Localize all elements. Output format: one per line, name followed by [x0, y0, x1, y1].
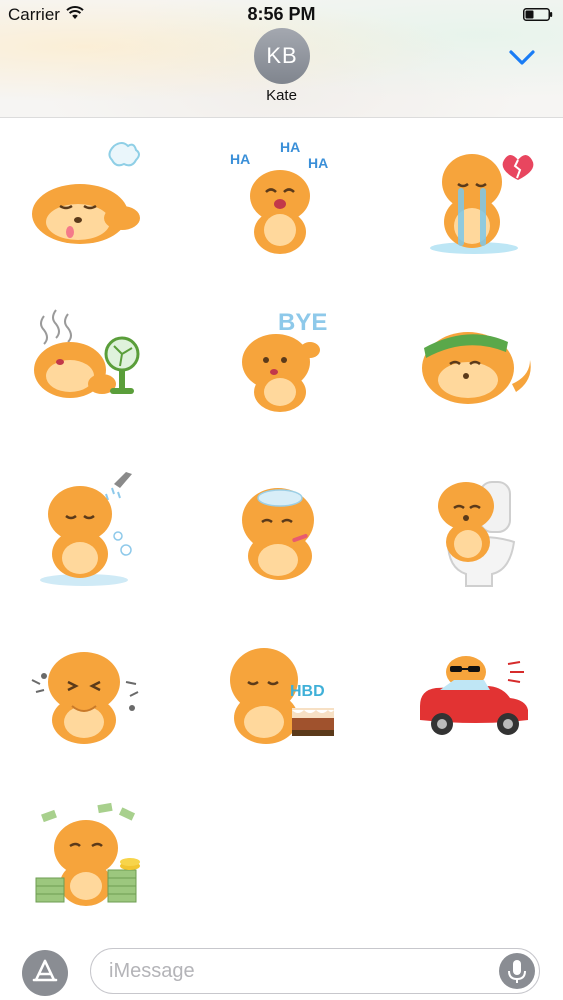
imessage-sticker-screen: Carrier 8:56 PM KB Kate HA HA HA BYE HBD… — [0, 0, 563, 1000]
battery-icon — [523, 8, 553, 21]
sticker-caption: HBD — [290, 683, 325, 700]
sneezing-dog-sticker — [31, 652, 139, 744]
message-field[interactable] — [90, 948, 540, 994]
contact-name[interactable]: Kate — [0, 87, 563, 104]
dog-driving-red-car-sticker — [420, 656, 528, 735]
sticker-caption-right: HA — [308, 155, 328, 171]
message-input[interactable] — [107, 949, 491, 994]
status-bar: Carrier 8:56 PM — [0, 0, 563, 28]
microphone-button[interactable] — [499, 953, 535, 989]
sticker-toilet-dog[interactable] — [414, 466, 544, 596]
sticker-sneezing-dog[interactable] — [22, 630, 152, 760]
sticker-caption-left: HA — [230, 151, 250, 167]
sticker-driving-dog[interactable] — [414, 630, 544, 760]
headband-lying-dog-sticker — [422, 332, 531, 404]
collapse-button[interactable] — [504, 46, 540, 72]
sticker-sleeping-dog[interactable] — [22, 136, 152, 266]
hot-dog-with-fan-sticker — [34, 309, 140, 398]
chevron-down-icon — [509, 50, 535, 65]
microphone-icon — [508, 960, 526, 983]
sticker-caption-top: HA — [280, 139, 300, 155]
app-store-button[interactable] — [22, 950, 68, 996]
sticker-grid: HA HA HA BYE HBD — [0, 118, 563, 930]
laughing-dog-sticker: HA HA HA — [230, 139, 328, 254]
app-store-icon — [32, 959, 58, 982]
showering-dog-sticker — [40, 472, 132, 586]
crying-heartbroken-dog-sticker — [430, 154, 534, 254]
dog-on-toilet-sticker — [438, 481, 516, 587]
sick-dog-with-icepack-sticker — [242, 488, 314, 580]
sticker-shower-dog[interactable] — [22, 466, 152, 596]
contact-avatar[interactable]: KB — [254, 28, 310, 84]
sticker-bye-dog[interactable]: BYE — [218, 296, 348, 426]
sticker-birthday-dog[interactable]: HBD — [218, 630, 348, 760]
sticker-hot-dog-fan[interactable] — [22, 296, 152, 426]
sticker-money-dog[interactable] — [22, 800, 152, 930]
dog-with-money-sticker — [35, 802, 140, 906]
sticker-sick-dog[interactable] — [218, 466, 348, 596]
sticker-crying-dog[interactable] — [414, 136, 544, 266]
waving-bye-dog-sticker: BYE — [242, 309, 327, 412]
sticker-laughing-dog[interactable]: HA HA HA — [218, 136, 348, 266]
conversation-header: Carrier 8:56 PM KB Kate — [0, 0, 563, 118]
sticker-headband-dog[interactable] — [414, 296, 544, 426]
sleeping-dog-sticker — [32, 142, 140, 244]
birthday-cake-dog-sticker: HBD — [230, 648, 334, 744]
compose-bar — [0, 940, 563, 1000]
sticker-caption: BYE — [278, 309, 327, 336]
status-time: 8:56 PM — [247, 4, 316, 24]
